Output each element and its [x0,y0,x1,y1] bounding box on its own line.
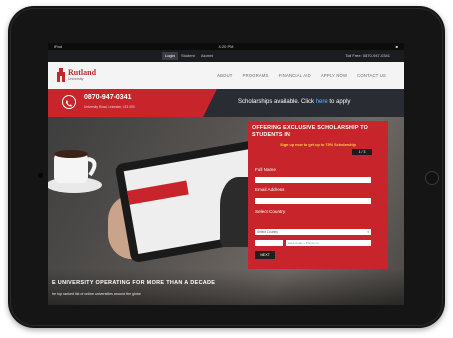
home-button[interactable] [425,171,439,185]
coffee-cup-image [48,150,102,193]
hero-subline: he top ranked list of online universitie… [52,292,141,296]
site-logo[interactable]: Rutland University [56,67,104,85]
status-bar: iPad 4:20 PM ■ [48,43,404,50]
full-name-field[interactable] [255,177,371,183]
status-time: 4:20 PM [218,44,234,49]
ipad-screen: iPad 4:20 PM ■ Login Student Alumni Toll… [48,43,404,305]
tab-login[interactable]: Login [162,52,178,60]
scholarship-suffix: to apply [327,99,351,105]
nav-about[interactable]: ABOUT [217,73,232,78]
phone-icon [62,95,76,109]
tab-student[interactable]: Student [178,52,198,60]
scholarship-form: OFFERING EXCLUSIVE SCHOLARSHIP TO STUDEN… [248,121,388,269]
nav-contact-us[interactable]: CONTACT US [357,73,386,78]
hero-overlay [48,269,404,305]
nav-financial-aid[interactable]: FINANCIAL AID [279,73,311,78]
country-label: Select Country [255,209,286,214]
university-tower-icon [57,68,65,82]
phone-block-tip [203,89,217,117]
site-header: Rutland University ABOUT PROGRAMS FINANC… [48,62,404,89]
next-button[interactable]: NEXT [255,251,275,259]
contact-address: University Road, Leicester, LE1 000 [84,105,135,109]
country-select-value: Select Country [257,230,278,234]
form-signup-text: Sign up now to get up to 75% Scholarship [280,143,356,147]
toll-free-number: Toll Free: 0870-947-0341 [345,53,390,58]
phone-field[interactable]: Area Code + Phone no. [286,240,371,246]
email-label: Email Address [255,187,285,192]
email-field[interactable] [255,198,371,204]
area-code-field[interactable] [255,240,283,246]
scholarship-text: Scholarships available. Click [238,99,316,105]
country-select[interactable]: Select Country ▾ [255,229,371,235]
nav-apply-now[interactable]: APPLY NOW [321,73,347,78]
chevron-down-icon: ▾ [367,230,369,234]
logo-name: Rutland [68,68,97,77]
contact-phone: 0870-947-0341 [84,94,132,101]
phone-block: 0870-947-0341 University Road, Leicester… [48,89,203,117]
tab-alumni[interactable]: Alumni [198,52,216,60]
battery-icon: ■ [395,44,398,49]
scholarship-link[interactable]: here [316,99,328,105]
camera-icon [38,173,43,178]
hero-headline: E UNIVERSITY OPERATING FOR MORE THAN A D… [52,280,216,286]
main-nav: ABOUT PROGRAMS FINANCIAL AID APPLY NOW C… [217,73,386,78]
full-name-label: Full Name [255,167,276,172]
form-title: OFFERING EXCLUSIVE SCHOLARSHIP TO STUDEN… [252,125,369,138]
nav-programs[interactable]: PROGRAMS [243,73,269,78]
form-step-indicator: 1 / 3 [352,149,372,155]
scholarship-banner: Scholarships available. Click here to ap… [238,99,350,105]
photo-stage: iPad 4:20 PM ■ Login Student Alumni Toll… [0,0,453,338]
utility-bar: Login Student Alumni Toll Free: 0870-947… [48,50,404,62]
logo-subtitle: University [68,77,84,81]
contact-band: 0870-947-0341 University Road, Leicester… [48,89,404,117]
